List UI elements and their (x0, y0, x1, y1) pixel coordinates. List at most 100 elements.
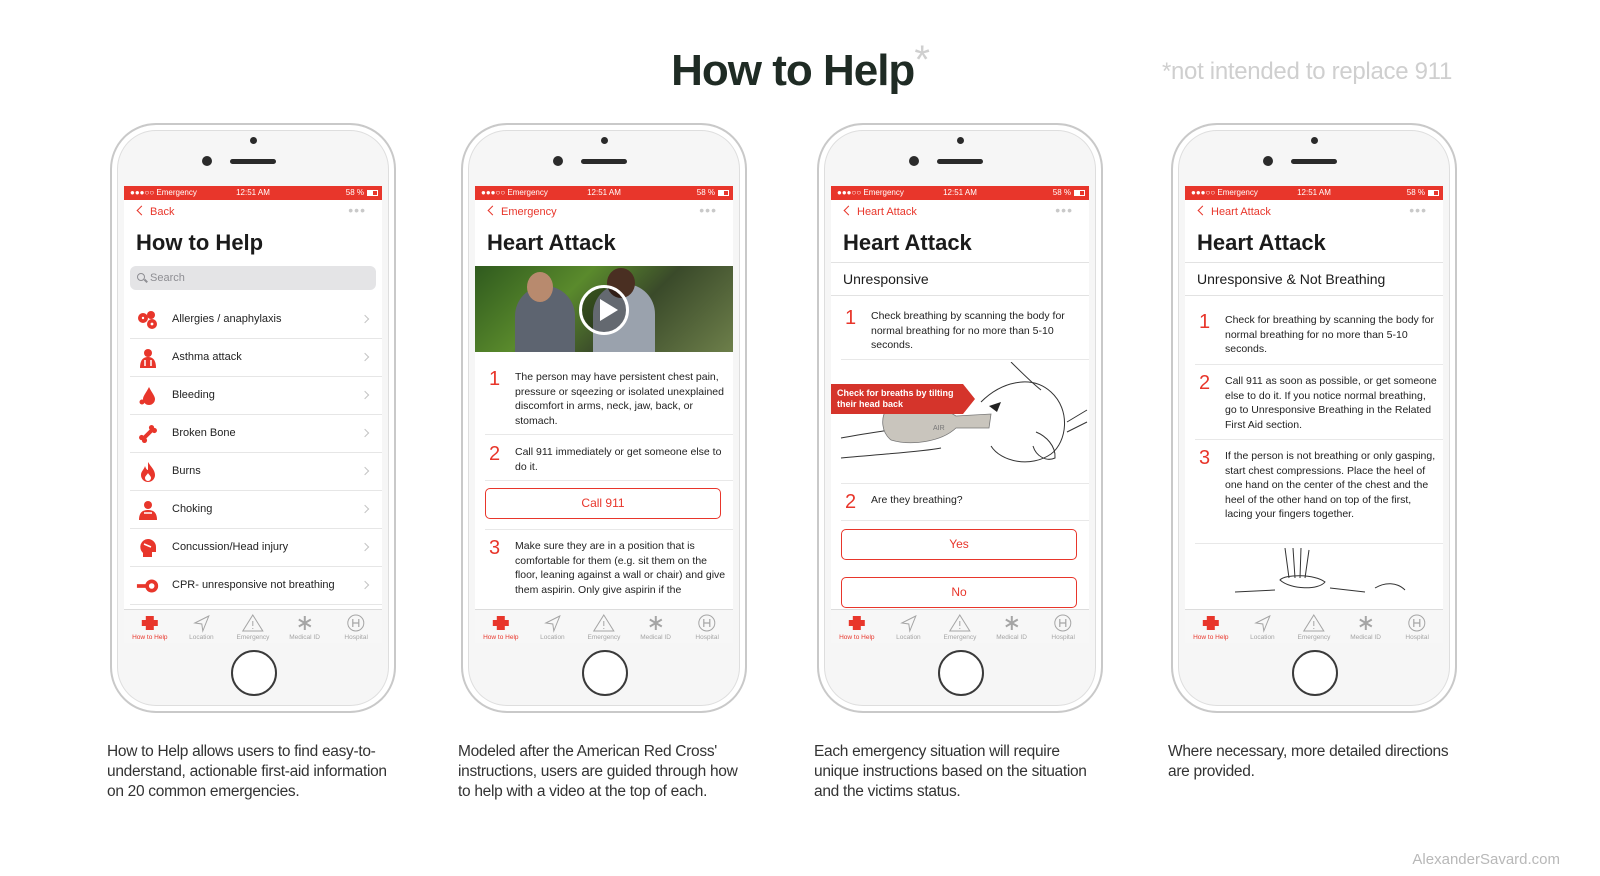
step-number: 2 (1199, 372, 1211, 394)
more-options-icon[interactable]: ••• (1409, 202, 1427, 218)
tab-how-to-help[interactable]: How to Help (1185, 610, 1237, 643)
step-number: 1 (1199, 311, 1211, 333)
list-item[interactable]: Broken Bone (130, 415, 382, 453)
tab-location[interactable]: Location (1237, 610, 1289, 643)
phone-mockup-2: ●●●○○ Emergency 12:51 AM 58 % Emergency … (461, 123, 747, 713)
list-item-label: Concussion/Head injury (172, 541, 289, 553)
status-time: 12:51 AM (1297, 188, 1331, 197)
more-options-icon[interactable]: ••• (699, 202, 717, 218)
tab-hospital[interactable]: Hospital (330, 610, 382, 643)
step-number: 2 (489, 443, 501, 465)
tab-hospital[interactable]: Hospital (681, 610, 733, 643)
tab-medical-id[interactable]: Medical ID (630, 610, 682, 643)
back-button[interactable]: Heart Attack (843, 205, 917, 218)
tab-emergency[interactable]: Emergency (934, 610, 986, 643)
emergency-list: Allergies / anaphylaxis Asthma attack Bl… (130, 301, 382, 605)
list-item-label: CPR- unresponsive not breathing (172, 579, 335, 591)
screen-how-to-help: ●●●○○ Emergency 12:51 AM 58 % Back ••• H… (124, 186, 382, 643)
status-battery-text: 58 % (345, 188, 364, 197)
location-arrow-icon (543, 614, 561, 633)
tab-bar: How to Help Location Emergency Medical I… (124, 609, 382, 643)
caption-1: How to Help allows users to find easy-to… (107, 743, 387, 800)
red-cross-icon (848, 616, 865, 630)
more-options-icon[interactable]: ••• (1055, 202, 1073, 218)
tab-how-to-help[interactable]: How to Help (831, 610, 883, 643)
divider (485, 480, 733, 481)
divider (841, 520, 1089, 521)
tab-emergency[interactable]: Emergency (227, 610, 279, 643)
home-button[interactable] (1292, 650, 1338, 696)
tab-hospital[interactable]: Hospital (1037, 610, 1089, 643)
yes-button[interactable]: Yes (841, 529, 1077, 560)
tab-bar: How to Help Location Emergency Medical I… (831, 609, 1089, 643)
list-item[interactable]: Allergies / anaphylaxis (130, 301, 382, 339)
play-icon[interactable] (579, 285, 629, 335)
medical-asterisk-icon (1359, 616, 1373, 630)
list-item[interactable]: Bleeding (130, 377, 382, 415)
step-number: 2 (845, 491, 857, 513)
tab-medical-id[interactable]: Medical ID (1340, 610, 1392, 643)
step-number: 3 (489, 537, 501, 559)
chevron-left-icon (1197, 205, 1208, 216)
warning-triangle-icon (1303, 614, 1325, 632)
step-text: Make sure they are in a position that is… (515, 540, 726, 596)
tab-bar: How to Help Location Emergency Medical I… (475, 609, 733, 643)
tab-hospital[interactable]: Hospital (1391, 610, 1443, 643)
back-button[interactable]: Emergency (487, 205, 557, 218)
back-button[interactable]: Heart Attack (1197, 205, 1271, 218)
cpr-icon (136, 575, 160, 597)
step-number: 1 (489, 368, 501, 390)
caption-2: Modeled after the American Red Cross' in… (458, 743, 738, 800)
tab-location[interactable]: Location (883, 610, 935, 643)
tab-emergency[interactable]: Emergency (1288, 610, 1340, 643)
instruction-video[interactable] (475, 266, 733, 352)
list-item[interactable]: Choking (130, 491, 382, 529)
status-time: 12:51 AM (943, 188, 977, 197)
tab-emergency[interactable]: Emergency (578, 610, 630, 643)
status-time: 12:51 AM (236, 188, 270, 197)
phone-mockup-4: ●●●○○ Emergency 12:51 AM 58 % Heart Atta… (1171, 123, 1457, 713)
search-input[interactable]: Search (130, 266, 376, 290)
tab-location[interactable]: Location (527, 610, 579, 643)
hospital-h-icon (1408, 614, 1426, 632)
chevron-right-icon (360, 542, 370, 552)
call-911-button[interactable]: Call 911 (485, 488, 721, 519)
tab-medical-id[interactable]: Medical ID (986, 610, 1038, 643)
screen-title: Heart Attack (1197, 230, 1326, 255)
front-camera (1263, 156, 1273, 166)
screen-title: Heart Attack (843, 230, 972, 255)
flame-icon (136, 461, 160, 483)
allergy-icon (136, 309, 160, 331)
list-item[interactable]: Asthma attack (130, 339, 382, 377)
tab-how-to-help[interactable]: How to Help (124, 610, 176, 643)
tab-how-to-help[interactable]: How to Help (475, 610, 527, 643)
warning-triangle-icon (242, 614, 264, 632)
no-button[interactable]: No (841, 577, 1077, 608)
hospital-h-icon (698, 614, 716, 632)
chevron-right-icon (360, 504, 370, 514)
back-button[interactable]: Back (136, 205, 174, 218)
tab-medical-id[interactable]: Medical ID (279, 610, 331, 643)
list-item[interactable]: CPR- unresponsive not breathing (130, 567, 382, 605)
tab-location[interactable]: Location (176, 610, 228, 643)
divider (485, 434, 733, 435)
red-cross-icon (492, 616, 509, 630)
list-item[interactable]: Concussion/Head injury (130, 529, 382, 567)
more-options-icon[interactable]: ••• (348, 202, 366, 218)
illustration-banner: Check for breaths by tilting their head … (831, 384, 975, 414)
screen-title: Heart Attack (487, 230, 616, 255)
head-injury-icon (136, 537, 160, 559)
phone-mockup-1: ●●●○○ Emergency 12:51 AM 58 % Back ••• H… (110, 123, 396, 713)
divider (841, 483, 1089, 484)
earpiece-speaker (937, 159, 983, 164)
red-cross-icon (141, 616, 158, 630)
home-button[interactable] (582, 650, 628, 696)
home-button[interactable] (231, 650, 277, 696)
list-item[interactable]: Burns (130, 453, 382, 491)
home-button[interactable] (938, 650, 984, 696)
step-text: Check for breathing by scanning the body… (1225, 314, 1434, 355)
battery-icon (1074, 190, 1085, 196)
lungs-icon (136, 347, 160, 369)
battery-icon (367, 190, 378, 196)
status-time: 12:51 AM (587, 188, 621, 197)
